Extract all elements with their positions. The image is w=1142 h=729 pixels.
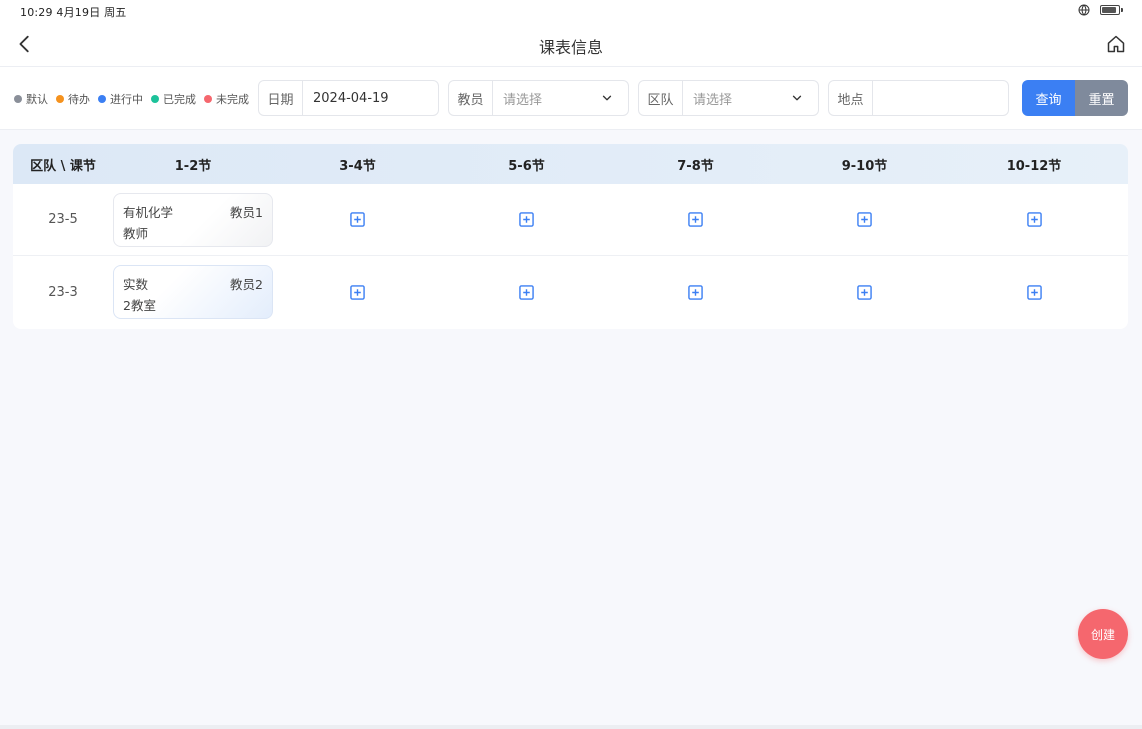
- add-slot-icon[interactable]: [350, 284, 365, 300]
- course-card[interactable]: 实数 教员2 2教室: [113, 265, 273, 319]
- team-placeholder[interactable]: 请选择: [683, 89, 790, 108]
- table-header: 区队 \ 课节 1-2节 3-4节 5-6节 7-8节 9-10节 10-12节: [13, 144, 1128, 184]
- teacher-placeholder[interactable]: 请选择: [493, 89, 600, 108]
- create-button[interactable]: 创建: [1078, 609, 1128, 659]
- teacher-select[interactable]: 教员 请选择: [448, 80, 629, 116]
- legend-label: 待办: [68, 93, 90, 106]
- chevron-down-icon[interactable]: [790, 91, 804, 105]
- status-bar: 10:29 4月19日 周五: [0, 0, 1142, 22]
- legend-item: 进行中: [98, 91, 143, 107]
- legend-label: 未完成: [216, 93, 249, 106]
- legend-item: 已完成: [151, 91, 196, 107]
- location-label: 地点: [829, 81, 873, 115]
- team-label: 区队: [639, 81, 683, 115]
- header-cell: 1-2节: [174, 158, 212, 174]
- legend-item: 待办: [56, 91, 90, 107]
- add-slot-icon[interactable]: [1026, 212, 1042, 227]
- date-label: 日期: [259, 81, 303, 115]
- date-value[interactable]: 2024-04-19: [303, 91, 438, 106]
- add-slot-icon[interactable]: [1026, 284, 1042, 300]
- battery-level: [1102, 7, 1116, 13]
- add-slot-icon[interactable]: [350, 212, 365, 227]
- add-slot-icon[interactable]: [519, 212, 534, 227]
- add-slot-icon[interactable]: [688, 212, 703, 227]
- team-select[interactable]: 区队 请选择: [638, 80, 819, 116]
- add-slot-icon[interactable]: [857, 212, 872, 227]
- legend-label: 默认: [26, 93, 48, 106]
- reset-button[interactable]: 重置: [1075, 80, 1128, 116]
- header-cell: 区队 \ 课节: [30, 158, 96, 174]
- battery-icon: [1100, 5, 1123, 15]
- legend-label: 已完成: [163, 93, 196, 106]
- header-cell: 9-10节: [841, 158, 888, 174]
- header-cell: 7-8节: [677, 158, 714, 174]
- status-dot-icon: [14, 95, 22, 103]
- add-slot-icon[interactable]: [519, 284, 534, 300]
- add-slot-icon[interactable]: [688, 284, 703, 300]
- team-name: 23-5: [48, 212, 78, 227]
- status-dot-icon: [98, 95, 106, 103]
- date-field[interactable]: 日期 2024-04-19: [258, 80, 439, 116]
- table-row: 23-5 有机化学 教员1 教师: [13, 184, 1128, 256]
- action-buttons: 查询 重置: [1022, 80, 1128, 116]
- course-teacher: 教员1: [230, 204, 263, 220]
- course-name: 实数: [123, 277, 149, 292]
- home-icon[interactable]: [1106, 34, 1126, 54]
- add-slot-icon[interactable]: [857, 284, 872, 300]
- course-name: 有机化学: [123, 204, 174, 220]
- location-field[interactable]: 地点: [828, 80, 1009, 116]
- legend-item: 未完成: [204, 91, 249, 107]
- header-cell: 10-12节: [1006, 158, 1062, 174]
- course-room: 教师: [123, 225, 149, 241]
- nav-bar: 课表信息: [0, 22, 1142, 67]
- status-time: 10:29 4月19日 周五: [20, 6, 127, 19]
- bottom-divider: [0, 725, 1142, 729]
- course-room: 2教室: [123, 298, 156, 313]
- page-title: 课表信息: [538, 38, 603, 57]
- status-dot-icon: [204, 95, 212, 103]
- status-dot-icon: [151, 95, 159, 103]
- status-dot-icon: [56, 95, 64, 103]
- status-icons: [1078, 4, 1123, 16]
- teacher-label: 教员: [449, 81, 493, 115]
- course-card[interactable]: 有机化学 教员1 教师: [113, 192, 273, 247]
- schedule-table: 区队 \ 课节 1-2节 3-4节 5-6节 7-8节 9-10节 10-12节…: [13, 144, 1128, 329]
- team-name: 23-3: [48, 284, 78, 300]
- query-button[interactable]: 查询: [1022, 80, 1075, 116]
- filter-bar: 默认 待办 进行中 已完成 未完成 日期 2024-04-19 教员 请选择 区队 请选…: [0, 67, 1142, 130]
- legend-label: 进行中: [110, 93, 143, 106]
- globe-icon: [1078, 4, 1090, 16]
- status-legend: 默认 待办 进行中 已完成 未完成: [14, 91, 249, 107]
- chevron-down-icon[interactable]: [600, 91, 614, 105]
- header-cell: 5-6节: [508, 158, 545, 174]
- header-cell: 3-4节: [339, 158, 376, 174]
- table-row: 23-3 实数 教员2 2教室: [13, 256, 1128, 328]
- course-teacher: 教员2: [230, 277, 263, 292]
- legend-item: 默认: [14, 91, 48, 107]
